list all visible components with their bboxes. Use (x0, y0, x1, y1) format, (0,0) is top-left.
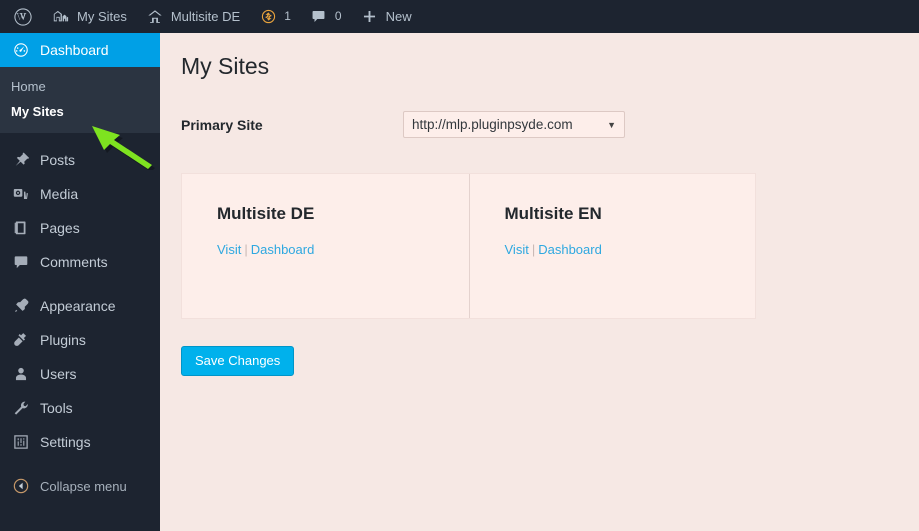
site-card-title: Multisite DE (217, 204, 315, 223)
collapse-menu-button[interactable]: Collapse menu (0, 469, 160, 503)
primary-site-value: http://mlp.pluginpsyde.com (412, 117, 573, 132)
page-title: My Sites (181, 53, 270, 79)
sidebar-item-media[interactable]: Media (0, 177, 160, 211)
sidebar-item-dashboard[interactable]: Dashboard (0, 33, 168, 67)
settings-icon (11, 432, 31, 452)
sidebar-item-label: Users (40, 366, 77, 382)
site-visit-link[interactable]: Visit (217, 242, 241, 257)
link-separator: | (531, 242, 536, 257)
site-card-title: Multisite EN (504, 204, 602, 223)
site-name-menu[interactable]: Multisite DE (136, 0, 249, 33)
site-name-label: Multisite DE (170, 9, 241, 24)
my-sites-menu[interactable]: My Sites (42, 0, 136, 33)
primary-site-select[interactable]: http://mlp.pluginpsyde.com ▼ (403, 111, 625, 138)
main-content: My Sites Primary Site http://mlp.pluginp… (160, 33, 919, 531)
sidebar-item-comments[interactable]: Comments (0, 245, 160, 279)
sidebar-item-label: Appearance (40, 298, 116, 314)
sidebar-item-label: Tools (40, 400, 73, 416)
site-card: Multisite DE Visit | Dashboard (182, 174, 469, 318)
sites-icon (51, 7, 71, 27)
sidebar-item-label: Plugins (40, 332, 86, 348)
collapse-menu-label: Collapse menu (40, 478, 127, 494)
comment-icon (309, 7, 329, 27)
primary-site-label: Primary Site (181, 116, 263, 133)
plus-icon (360, 7, 380, 27)
admin-bar: My Sites Multisite DE 1 0 New (0, 0, 919, 33)
sidebar-item-label: Pages (40, 220, 80, 236)
wp-logo-menu[interactable] (4, 0, 42, 33)
tools-icon (11, 398, 31, 418)
primary-site-row: Primary Site http://mlp.pluginpsyde.com … (181, 111, 899, 138)
sidebar-subitem-home[interactable]: Home (0, 74, 160, 99)
sidebar-item-posts[interactable]: Posts (0, 143, 160, 177)
plugins-icon (11, 330, 31, 350)
comments-icon (11, 252, 31, 272)
chevron-down-icon: ▼ (607, 119, 616, 130)
site-visit-link[interactable]: Visit (505, 242, 529, 257)
updates-menu[interactable]: 1 (249, 0, 300, 33)
dashboard-icon (11, 40, 31, 60)
pages-icon (11, 218, 31, 238)
sidebar-item-label: Media (40, 186, 79, 202)
menu-separator (0, 279, 160, 289)
sidebar-item-label: Settings (40, 434, 91, 450)
site-card-links: Visit | Dashboard (505, 242, 756, 257)
wordpress-icon (13, 7, 33, 27)
site-dashboard-link[interactable]: Dashboard (538, 242, 602, 257)
sidebar-item-label: Dashboard (40, 42, 109, 58)
sidebar-subitem-my-sites[interactable]: My Sites (0, 99, 160, 124)
users-icon (11, 364, 31, 384)
new-content-menu[interactable]: New (351, 0, 421, 33)
collapse-arrow-icon (11, 476, 31, 496)
save-changes-button[interactable]: Save Changes (181, 346, 295, 376)
home-icon (145, 7, 165, 27)
new-content-label: New (385, 9, 412, 24)
site-card-links: Visit | Dashboard (217, 242, 469, 257)
sidebar-subitem-label: My Sites (11, 104, 64, 119)
sidebar-item-label: Comments (40, 254, 108, 270)
updates-count: 1 (284, 9, 291, 23)
sidebar-item-plugins[interactable]: Plugins (0, 323, 160, 357)
menu-separator (0, 133, 160, 143)
site-dashboard-link[interactable]: Dashboard (251, 242, 315, 257)
media-icon (11, 184, 31, 204)
sidebar-item-settings[interactable]: Settings (0, 425, 160, 459)
sidebar-item-tools[interactable]: Tools (0, 391, 160, 425)
sidebar-item-pages[interactable]: Pages (0, 211, 160, 245)
sites-grid: Multisite DE Visit | Dashboard Multisite E… (181, 173, 756, 319)
sidebar-subitem-label: Home (11, 79, 46, 94)
link-separator: | (244, 242, 248, 257)
dashboard-submenu: Home My Sites (0, 67, 160, 133)
my-sites-label: My Sites (77, 9, 127, 24)
sidebar-item-appearance[interactable]: Appearance (0, 289, 160, 323)
menu-separator (0, 459, 160, 469)
admin-sidebar: Dashboard Home My Sites Posts Media Page… (0, 33, 168, 531)
site-card: Multisite EN Visit | Dashboard (468, 174, 756, 318)
sidebar-item-users[interactable]: Users (0, 357, 160, 391)
appearance-icon (11, 296, 31, 316)
comments-menu[interactable]: 0 (300, 0, 351, 33)
sidebar-item-label: Posts (40, 152, 76, 168)
comments-count: 0 (334, 9, 342, 23)
update-icon (258, 7, 278, 27)
posts-icon (11, 150, 31, 170)
